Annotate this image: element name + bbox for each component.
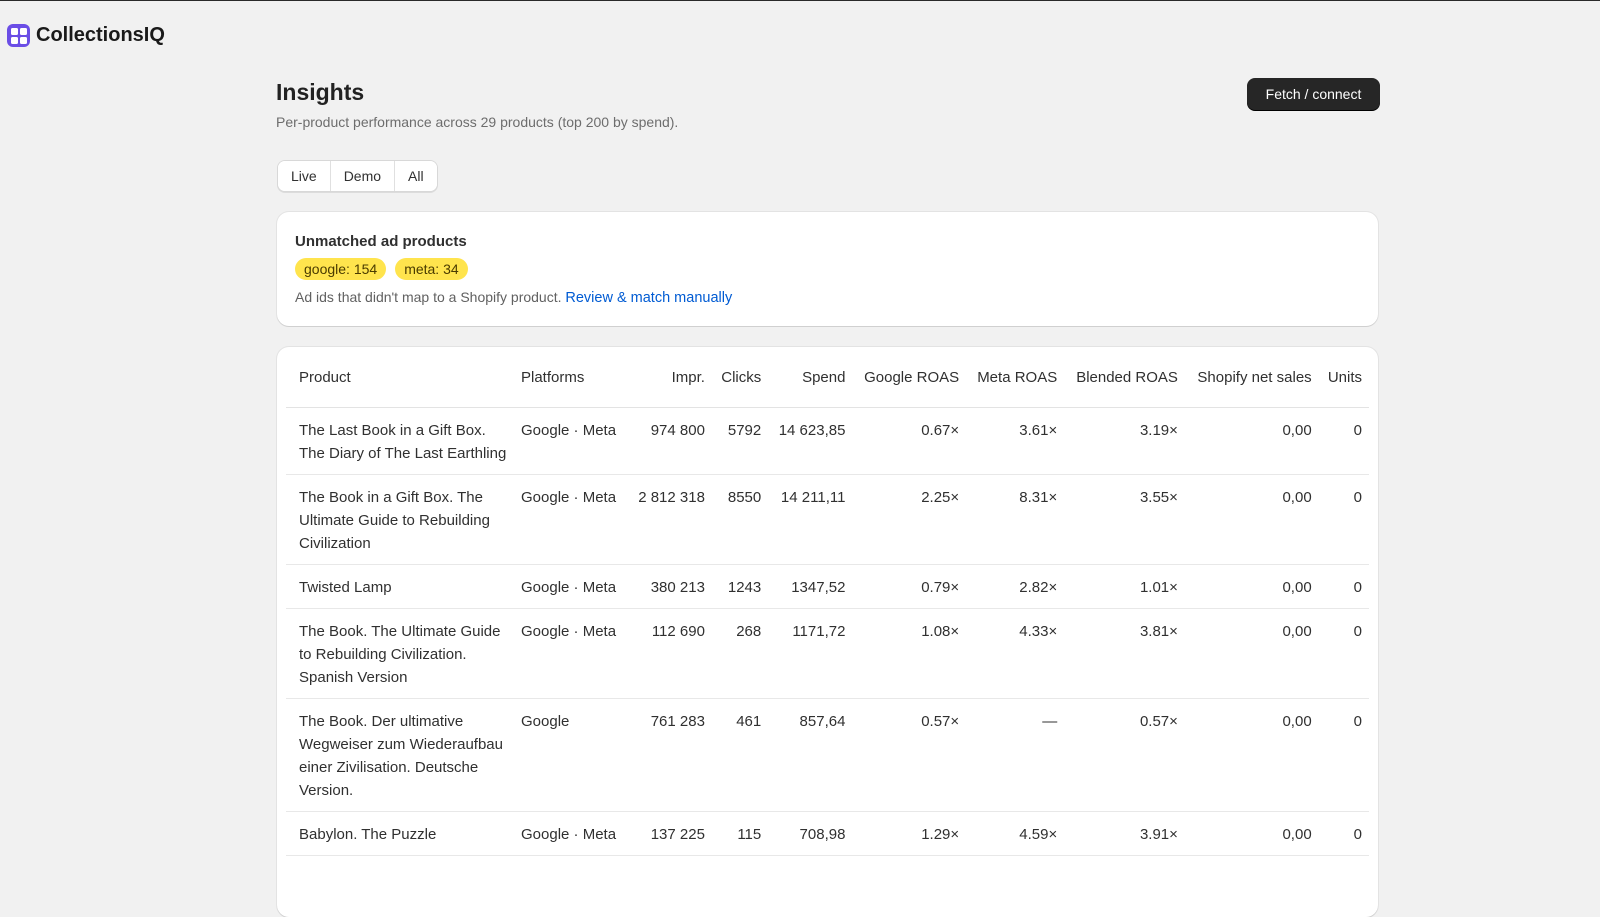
cell-platforms: Google · Meta (514, 474, 628, 565)
col-google-roas[interactable]: Google ROAS (852, 347, 967, 408)
col-clicks[interactable]: Clicks (711, 347, 769, 408)
app-logo-icon (7, 24, 30, 47)
cell-clicks: 268 (711, 608, 769, 699)
col-platforms[interactable]: Platforms (514, 347, 628, 408)
brand[interactable]: CollectionsIQ (7, 24, 165, 47)
unmatched-badges: google: 154 meta: 34 (295, 258, 468, 280)
filter-all[interactable]: All (395, 161, 437, 191)
fetch-connect-button[interactable]: Fetch / connect (1247, 78, 1380, 110)
col-impressions[interactable]: Impr. (627, 347, 712, 408)
table-row[interactable]: The Book. The Ultimate Guide to Rebuildi… (286, 608, 1369, 699)
cell-units: 0 (1318, 474, 1369, 565)
cell-google-roas: 1.29× (852, 811, 967, 856)
cell-spend: 857,64 (768, 698, 853, 812)
cell-impressions: 761 283 (627, 698, 712, 812)
cell-meta-roas: 4.59× (966, 811, 1065, 856)
table-row[interactable]: The Last Book in a Gift Box. The Diary o… (286, 407, 1369, 475)
col-blended-roas[interactable]: Blended ROAS (1064, 347, 1185, 408)
cell-blended-roas: 3.91× (1064, 811, 1185, 856)
cell-product: The Last Book in a Gift Box. The Diary o… (286, 407, 514, 475)
cell-spend: 14 211,11 (768, 474, 853, 565)
cell-google-roas: 2.25× (852, 474, 967, 565)
table-row[interactable]: The Book in a Gift Box. The Ultimate Gui… (286, 474, 1369, 565)
table-header-row: Product Platforms Impr. Clicks Spend Goo… (286, 347, 1369, 408)
cell-clicks: 115 (711, 811, 769, 856)
cell-meta-roas: 4.33× (966, 608, 1065, 699)
table-row[interactable]: Babylon. The Puzzle Google · Meta 137 22… (286, 811, 1369, 856)
unmatched-products-card: Unmatched ad products google: 154 meta: … (277, 212, 1378, 326)
review-match-link[interactable]: Review & match manually (565, 290, 732, 306)
cell-units: 0 (1318, 608, 1369, 699)
cell-clicks: 8550 (711, 474, 769, 565)
cell-product: Babylon. The Puzzle (286, 811, 514, 856)
cell-impressions: 380 213 (627, 564, 712, 609)
cell-platforms: Google · Meta (514, 608, 628, 699)
cell-meta-roas: 3.61× (966, 407, 1065, 475)
cell-clicks: 461 (711, 698, 769, 812)
table-row[interactable]: Twisted Lamp Google · Meta 380 213 1243 … (286, 564, 1369, 609)
unmatched-title: Unmatched ad products (295, 233, 467, 250)
cell-google-roas: 0.57× (852, 698, 967, 812)
cell-blended-roas: 3.55× (1064, 474, 1185, 565)
cell-units: 0 (1318, 407, 1369, 475)
cell-shopify-net-sales: 0,00 (1184, 608, 1319, 699)
cell-clicks: 1243 (711, 564, 769, 609)
cell-spend: 708,98 (768, 811, 853, 856)
col-units[interactable]: Units (1318, 347, 1369, 408)
brand-name: CollectionsIQ (36, 24, 165, 46)
cell-google-roas: 0.67× (852, 407, 967, 475)
cell-units: 0 (1318, 698, 1369, 812)
cell-units: 0 (1318, 811, 1369, 856)
cell-product: The Book in a Gift Box. The Ultimate Gui… (286, 474, 514, 565)
cell-impressions: 137 225 (627, 811, 712, 856)
col-spend[interactable]: Spend (768, 347, 853, 408)
data-source-filter: Live Demo All (277, 160, 438, 192)
cell-shopify-net-sales: 0,00 (1184, 698, 1319, 812)
cell-shopify-net-sales: 0,00 (1184, 564, 1319, 609)
cell-product: The Book. The Ultimate Guide to Rebuildi… (286, 608, 514, 699)
cell-blended-roas: 3.81× (1064, 608, 1185, 699)
cell-platforms: Google (514, 698, 628, 812)
cell-spend: 14 623,85 (768, 407, 853, 475)
cell-clicks: 5792 (711, 407, 769, 475)
cell-platforms: Google · Meta (514, 564, 628, 609)
cell-meta-roas: — (966, 698, 1065, 812)
cell-google-roas: 1.08× (852, 608, 967, 699)
cell-blended-roas: 3.19× (1064, 407, 1185, 475)
badge-google: google: 154 (295, 258, 387, 280)
cell-meta-roas: 2.82× (966, 564, 1065, 609)
cell-units: 0 (1318, 564, 1369, 609)
cell-google-roas: 0.79× (852, 564, 967, 609)
cell-shopify-net-sales: 0,00 (1184, 474, 1319, 565)
cell-meta-roas: 8.31× (966, 474, 1065, 565)
cell-platforms: Google · Meta (514, 811, 628, 856)
cell-shopify-net-sales: 0,00 (1184, 407, 1319, 475)
cell-shopify-net-sales: 0,00 (1184, 811, 1319, 856)
cell-impressions: 974 800 (627, 407, 712, 475)
cell-impressions: 2 812 318 (627, 474, 712, 565)
col-shopify-net-sales[interactable]: Shopify net sales (1184, 347, 1319, 408)
insights-table-card: Product Platforms Impr. Clicks Spend Goo… (277, 347, 1378, 917)
cell-product: The Book. Der ultimative Wegweiser zum W… (286, 698, 514, 812)
col-product[interactable]: Product (286, 347, 514, 408)
cell-platforms: Google · Meta (514, 407, 628, 475)
page-subtitle: Per-product performance across 29 produc… (276, 114, 679, 130)
filter-live[interactable]: Live (278, 161, 331, 191)
page-title: Insights (276, 79, 365, 105)
col-meta-roas[interactable]: Meta ROAS (966, 347, 1065, 408)
cell-spend: 1171,72 (768, 608, 853, 699)
badge-meta: meta: 34 (395, 258, 468, 280)
insights-table: Product Platforms Impr. Clicks Spend Goo… (286, 347, 1369, 856)
filter-demo[interactable]: Demo (330, 161, 396, 191)
table-row[interactable]: The Book. Der ultimative Wegweiser zum W… (286, 698, 1369, 812)
cell-impressions: 112 690 (627, 608, 712, 699)
cell-spend: 1347,52 (768, 564, 853, 609)
unmatched-note-text: Ad ids that didn't map to a Shopify prod… (295, 289, 562, 305)
unmatched-note: Ad ids that didn't map to a Shopify prod… (295, 289, 732, 306)
cell-blended-roas: 1.01× (1064, 564, 1185, 609)
cell-blended-roas: 0.57× (1064, 698, 1185, 812)
cell-product: Twisted Lamp (286, 564, 514, 609)
